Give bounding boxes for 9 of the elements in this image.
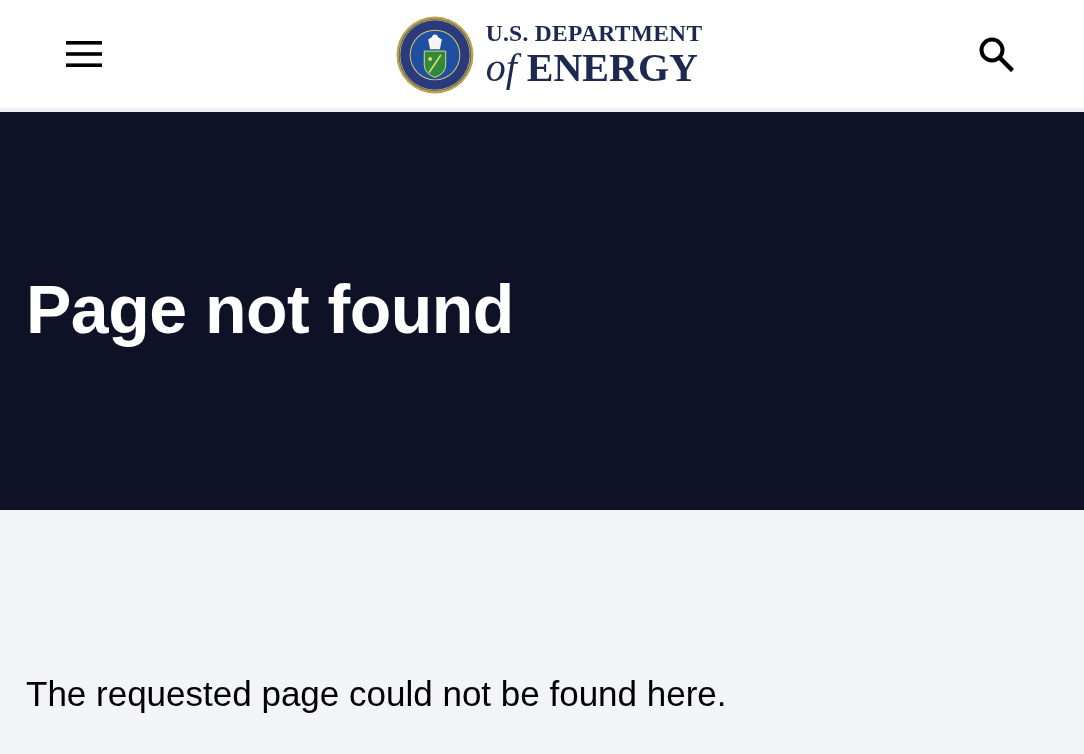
menu-icon — [66, 41, 102, 67]
menu-button[interactable] — [66, 40, 102, 68]
search-button[interactable] — [978, 36, 1014, 72]
error-message: The requested page could not be found here. — [26, 676, 728, 711]
logo-line: of ENERGY — [485, 48, 699, 89]
site-logo[interactable]: U.S. DEPARTMENT of ENERGY — [395, 16, 703, 94]
seal-icon — [395, 16, 474, 94]
search-icon — [978, 36, 1014, 72]
logo-line: U.S. DEPARTMENT — [485, 21, 703, 46]
